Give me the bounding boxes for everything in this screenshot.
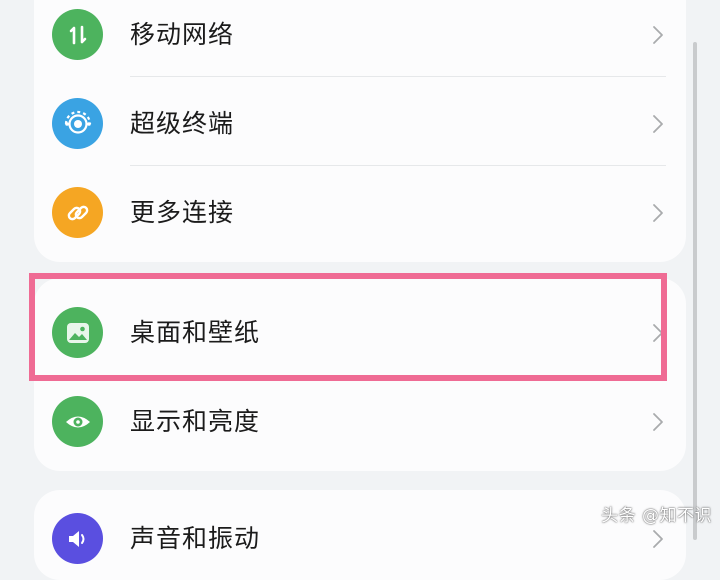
settings-item-label: 声音和振动 bbox=[130, 524, 261, 553]
settings-group-sound: 声音和振动 bbox=[34, 490, 686, 580]
watermark-text: 头条 @知不识 bbox=[601, 506, 712, 526]
link-icon bbox=[52, 187, 103, 238]
settings-group-connectivity: 移动网络 超级终端 更多连接 bbox=[34, 0, 686, 262]
settings-item-label: 桌面和壁纸 bbox=[130, 318, 261, 347]
settings-item-mobile-network[interactable]: 移动网络 bbox=[34, 0, 686, 79]
settings-item-wallpaper[interactable]: 桌面和壁纸 bbox=[34, 288, 686, 377]
settings-item-label: 移动网络 bbox=[130, 20, 235, 49]
scrollbar[interactable] bbox=[693, 42, 697, 540]
divider bbox=[130, 76, 666, 77]
settings-item-label: 超级终端 bbox=[130, 109, 235, 138]
chevron-right-icon bbox=[650, 377, 666, 466]
mobile-network-icon bbox=[52, 9, 103, 60]
settings-item-display-brightness[interactable]: 显示和亮度 bbox=[34, 377, 686, 466]
settings-group-display: 桌面和壁纸 显示和亮度 bbox=[34, 278, 686, 471]
settings-item-sound-vibration[interactable]: 声音和振动 bbox=[34, 494, 686, 580]
settings-item-super-device[interactable]: 超级终端 bbox=[34, 79, 686, 168]
chevron-right-icon bbox=[650, 168, 666, 257]
sound-icon bbox=[52, 513, 103, 564]
chevron-right-icon bbox=[650, 79, 666, 168]
settings-item-label: 显示和亮度 bbox=[130, 407, 261, 436]
eye-icon bbox=[52, 396, 103, 447]
super-device-icon bbox=[52, 98, 103, 149]
chevron-right-icon bbox=[650, 288, 666, 377]
settings-item-more-connections[interactable]: 更多连接 bbox=[34, 168, 686, 257]
wallpaper-icon bbox=[52, 307, 103, 358]
settings-item-label: 更多连接 bbox=[130, 198, 235, 227]
chevron-right-icon bbox=[650, 0, 666, 79]
divider bbox=[130, 165, 666, 166]
